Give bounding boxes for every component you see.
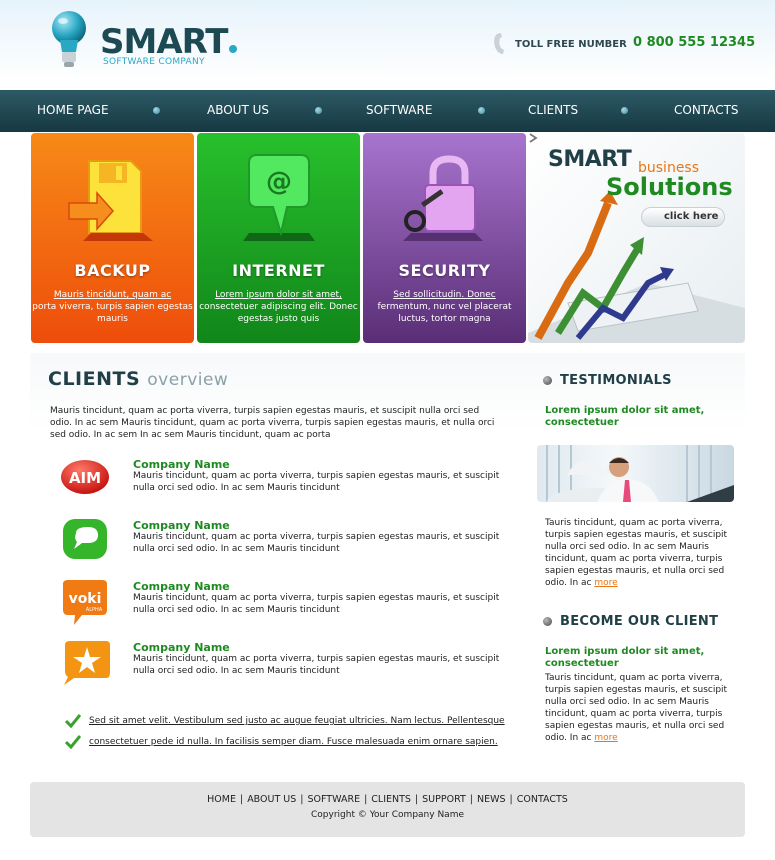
nav-separator-dot-icon (621, 107, 628, 114)
footer-link-news[interactable]: NEWS (477, 794, 506, 805)
toll-free-label: TOLL FREE NUMBER (515, 39, 627, 50)
footer-links: HOME | ABOUT US | SOFTWARE | CLIENTS | SUPPORT | N… (207, 794, 568, 805)
floppy-icon (68, 160, 153, 241)
arrow-right-icon (529, 133, 538, 143)
logo-subtitle: SOFTWARE COMPANY (103, 57, 205, 67)
phone-icon (494, 33, 504, 54)
testimonials-more-link[interactable]: more (594, 578, 617, 588)
check-link[interactable]: Sed sit amet velit. Vestibulum sed justo… (89, 716, 505, 726)
footer-link-clients[interactable]: CLIENTS (371, 794, 411, 805)
footer: HOME | ABOUT US | SOFTWARE | CLIENTS | SUPPORT | N… (30, 782, 745, 837)
voki-icon[interactable]: voki ALPHA (60, 580, 112, 626)
banner-security-link[interactable]: Sed sollicitudin. Donec (393, 290, 495, 300)
svg-text:AIM: AIM (69, 469, 101, 487)
company-item: AIM Company Name Mauris tincidunt, quam … (60, 458, 500, 508)
nav-software[interactable]: SOFTWARE (366, 103, 432, 117)
checkmark-icon (65, 714, 81, 728)
star-bubble-icon[interactable] (60, 641, 112, 687)
banner-backup-link[interactable]: Mauris tincidunt, quam ac (54, 290, 171, 300)
nav-home-page[interactable]: HOME PAGE (37, 103, 109, 117)
toll-free-number: 0 800 555 12345 (633, 35, 756, 50)
banner-security[interactable]: SECURITY Sed sollicitudin. Donec ferment… (363, 133, 526, 343)
bullet-icon (543, 617, 552, 626)
bullet-icon (543, 376, 552, 385)
banner-backup-title: BACKUP (74, 261, 151, 280)
nav-separator-dot-icon (315, 107, 322, 114)
company-item: voki ALPHA Company Name Mauris tincidunt… (60, 580, 500, 630)
banner-backup[interactable]: BACKUP Mauris tincidunt, quam ac porta v… (31, 133, 194, 343)
svg-text:@: @ (266, 167, 292, 197)
aim-icon[interactable]: AIM (60, 458, 112, 504)
businessman-image (546, 445, 734, 502)
company-desc: Mauris tincidunt, quam ac porta viverra,… (133, 471, 500, 493)
at-bubble-icon: @ (243, 154, 315, 241)
check-list-item: consectetuer pede id nulla. In facilisis… (65, 735, 505, 751)
company-desc: Mauris tincidunt, quam ac porta viverra,… (133, 593, 500, 615)
clients-intro: Mauris tincidunt, quam ac porta viverra,… (50, 406, 495, 440)
header: SMART SOFTWARE COMPANY TOLL FREE NUMBER … (0, 0, 775, 90)
nav-separator-dot-icon (153, 107, 160, 114)
banner-security-title: SECURITY (398, 261, 491, 280)
testimonials-text: Tauris tincidunt, quam ac porta viverra,… (545, 518, 728, 588)
logo-dot-icon (229, 45, 238, 53)
footer-copyright: Copyright © Your Company Name (311, 810, 464, 820)
testimonial-photo (537, 445, 734, 502)
logo-wordmark[interactable]: SMART (100, 22, 238, 62)
company-item: Company Name Mauris tincidunt, quam ac p… (60, 519, 500, 569)
lightbulb-logo-icon (52, 11, 86, 67)
become-client-more-link[interactable]: more (594, 733, 617, 743)
testimonials-lead: Lorem ipsum dolor sit amet, consectetuer (545, 405, 705, 428)
nav-about-us[interactable]: ABOUT US (207, 103, 269, 117)
footer-link-support[interactable]: SUPPORT (422, 794, 466, 805)
checkmark-icon (65, 735, 81, 749)
main-nav: HOME PAGE ABOUT US SOFTWARE CLIENTS CONT… (0, 90, 775, 132)
nav-separator-dot-icon (478, 107, 485, 114)
svg-text:voki: voki (69, 591, 102, 607)
footer-link-software[interactable]: SOFTWARE (307, 794, 360, 805)
nav-clients[interactable]: CLIENTS (528, 103, 578, 117)
check-list-item: Sed sit amet velit. Vestibulum sed justo… (65, 714, 505, 730)
promo-title: SMART (548, 147, 632, 172)
banner-internet[interactable]: @ INTERNET Lorem ipsum dolor sit amet, c… (197, 133, 360, 343)
banner-backup-text: Mauris tincidunt, quam ac porta viverra,… (32, 290, 193, 324)
banner-security-text: Sed sollicitudin. Donec fermentum, nunc … (377, 290, 512, 324)
footer-link-about-us[interactable]: ABOUT US (247, 794, 296, 805)
footer-link-home[interactable]: HOME (207, 794, 236, 805)
company-desc: Mauris tincidunt, quam ac porta viverra,… (133, 532, 500, 554)
company-item: Company Name Mauris tincidunt, quam ac p… (60, 641, 500, 691)
check-link[interactable]: consectetuer pede id nulla. In facilisis… (89, 737, 498, 747)
click-here-button[interactable]: click here (641, 207, 725, 227)
clients-heading: CLIENTS overview (48, 368, 229, 390)
testimonials-heading: TESTIMONIALS (560, 373, 672, 388)
promo-smart-solutions[interactable]: SMART business Solutions click here (528, 133, 745, 343)
nav-contacts[interactable]: CONTACTS (674, 103, 739, 117)
become-client-heading: BECOME OUR CLIENT (560, 614, 719, 629)
padlock-icon (403, 155, 483, 241)
banner-internet-title: INTERNET (232, 261, 325, 280)
banner-internet-link[interactable]: Lorem ipsum dolor sit amet, (215, 290, 342, 300)
company-desc: Mauris tincidunt, quam ac porta viverra,… (133, 654, 500, 676)
promo-solutions: Solutions (606, 173, 733, 201)
become-client-text: Tauris tincidunt, quam ac porta viverra,… (545, 673, 728, 743)
become-client-lead: Lorem ipsum dolor sit amet, consectetuer (545, 646, 705, 669)
footer-link-contacts[interactable]: CONTACTS (517, 794, 568, 805)
svg-text:ALPHA: ALPHA (86, 607, 103, 613)
banner-internet-text: Lorem ipsum dolor sit amet, consectetuer… (199, 290, 358, 324)
chat-bubble-icon[interactable] (60, 519, 112, 565)
